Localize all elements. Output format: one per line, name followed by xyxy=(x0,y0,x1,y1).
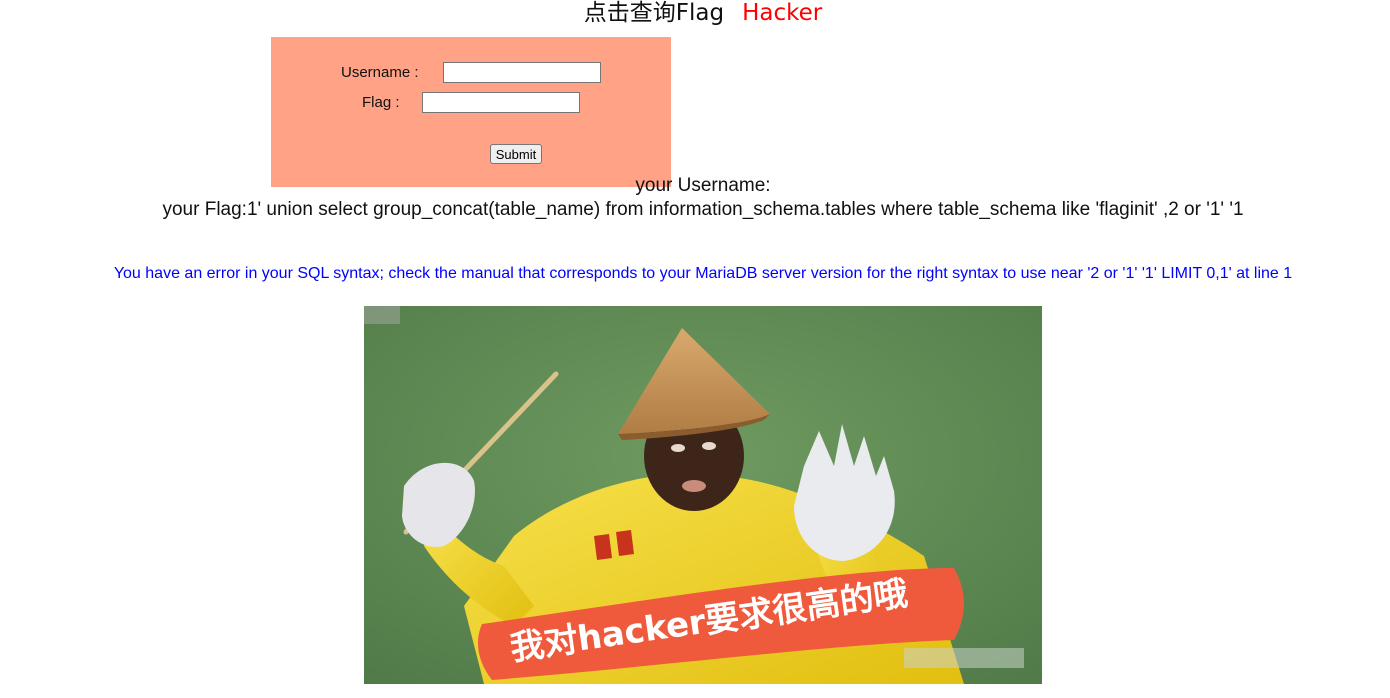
username-label: Username : xyxy=(341,64,419,81)
page: 点击查询Flag Hacker Username : Flag : Submit … xyxy=(0,0,1390,698)
page-title: 点击查询Flag Hacker xyxy=(0,0,1390,26)
result-username: your Username: xyxy=(635,175,771,196)
meme-image: 我对hacker要求很高的哦 xyxy=(364,306,1042,684)
sql-error-message: You have an error in your SQL syntax; ch… xyxy=(113,265,1293,282)
query-form: Username : Flag : Submit xyxy=(271,37,671,187)
flag-input[interactable] xyxy=(422,92,580,113)
flag-label: Flag : xyxy=(362,94,400,111)
username-input[interactable] xyxy=(443,62,601,83)
hacker-text: Hacker xyxy=(742,0,823,26)
submit-button[interactable]: Submit xyxy=(490,144,542,164)
result-flag: your Flag:1' union select group_concat(t… xyxy=(162,199,1244,220)
title-text: 点击查询Flag xyxy=(583,0,725,26)
meme-picture: 我对hacker要求很高的哦 xyxy=(364,306,1042,684)
